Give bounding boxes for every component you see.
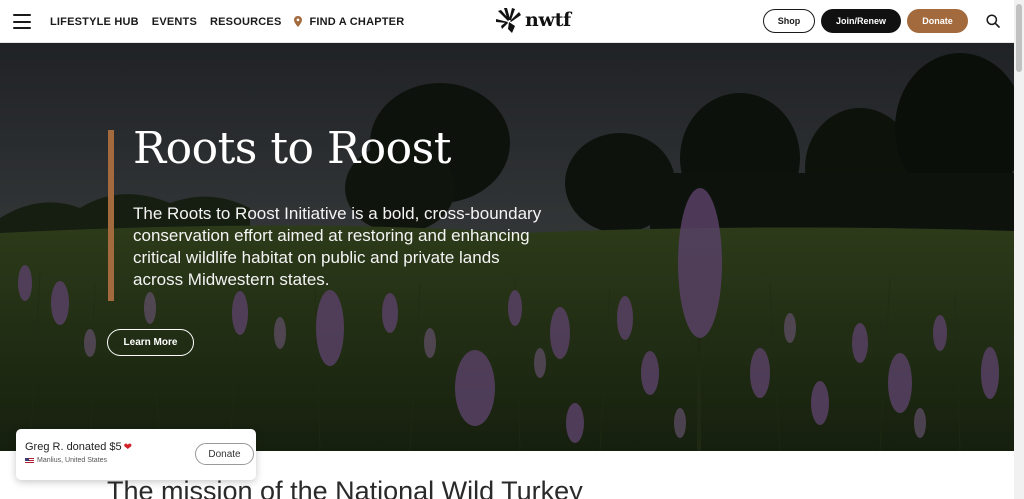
nav-resources[interactable]: RESOURCES xyxy=(210,16,281,28)
donation-location-text: Manlius, United States xyxy=(37,457,108,464)
hero-description: The Roots to Roost Initiative is a bold,… xyxy=(133,204,542,289)
hero-title: Roots to Roost xyxy=(133,123,451,174)
nav-events[interactable]: EVENTS xyxy=(152,16,197,28)
page-scrollbar[interactable] xyxy=(1014,0,1024,499)
us-flag-icon xyxy=(25,457,34,464)
site-header: LIFESTYLE HUB EVENTS RESOURCES FIND A CH… xyxy=(0,0,1014,43)
donation-text: Greg R. donated $5 xyxy=(25,441,122,453)
popup-donate-button[interactable]: Donate xyxy=(195,443,254,465)
nav-lifestyle-hub[interactable]: LIFESTYLE HUB xyxy=(50,16,139,28)
turkey-feather-logo-icon xyxy=(496,8,521,33)
logo-text: nwtf xyxy=(525,9,571,31)
heart-icon: ❤ xyxy=(123,442,133,453)
header-donate-button[interactable]: Donate xyxy=(907,9,968,33)
search-icon[interactable] xyxy=(986,14,1000,28)
menu-icon[interactable] xyxy=(13,14,31,29)
nav-find-a-chapter[interactable]: FIND A CHAPTER xyxy=(294,16,404,28)
donation-notification: Greg R. donated $5 ❤ Manlius, United Stat… xyxy=(16,429,256,480)
donation-location: Manlius, United States xyxy=(25,457,107,464)
map-pin-icon xyxy=(294,16,303,27)
shop-button[interactable]: Shop xyxy=(763,9,815,33)
join-renew-button[interactable]: Join/Renew xyxy=(821,9,901,33)
main-nav: LIFESTYLE HUB EVENTS RESOURCES FIND A CH… xyxy=(50,0,417,43)
nav-find-a-chapter-label: FIND A CHAPTER xyxy=(309,15,405,28)
nwtf-logo[interactable]: nwtf xyxy=(495,7,571,35)
learn-more-button[interactable]: Learn More xyxy=(107,329,194,356)
hero-accent-bar xyxy=(108,130,114,301)
hero-banner: Roots to Roost The Roots to Roost Initia… xyxy=(0,43,1014,451)
scrollbar-thumb[interactable] xyxy=(1016,4,1022,72)
donation-notification-text: Greg R. donated $5 ❤ xyxy=(25,441,132,453)
